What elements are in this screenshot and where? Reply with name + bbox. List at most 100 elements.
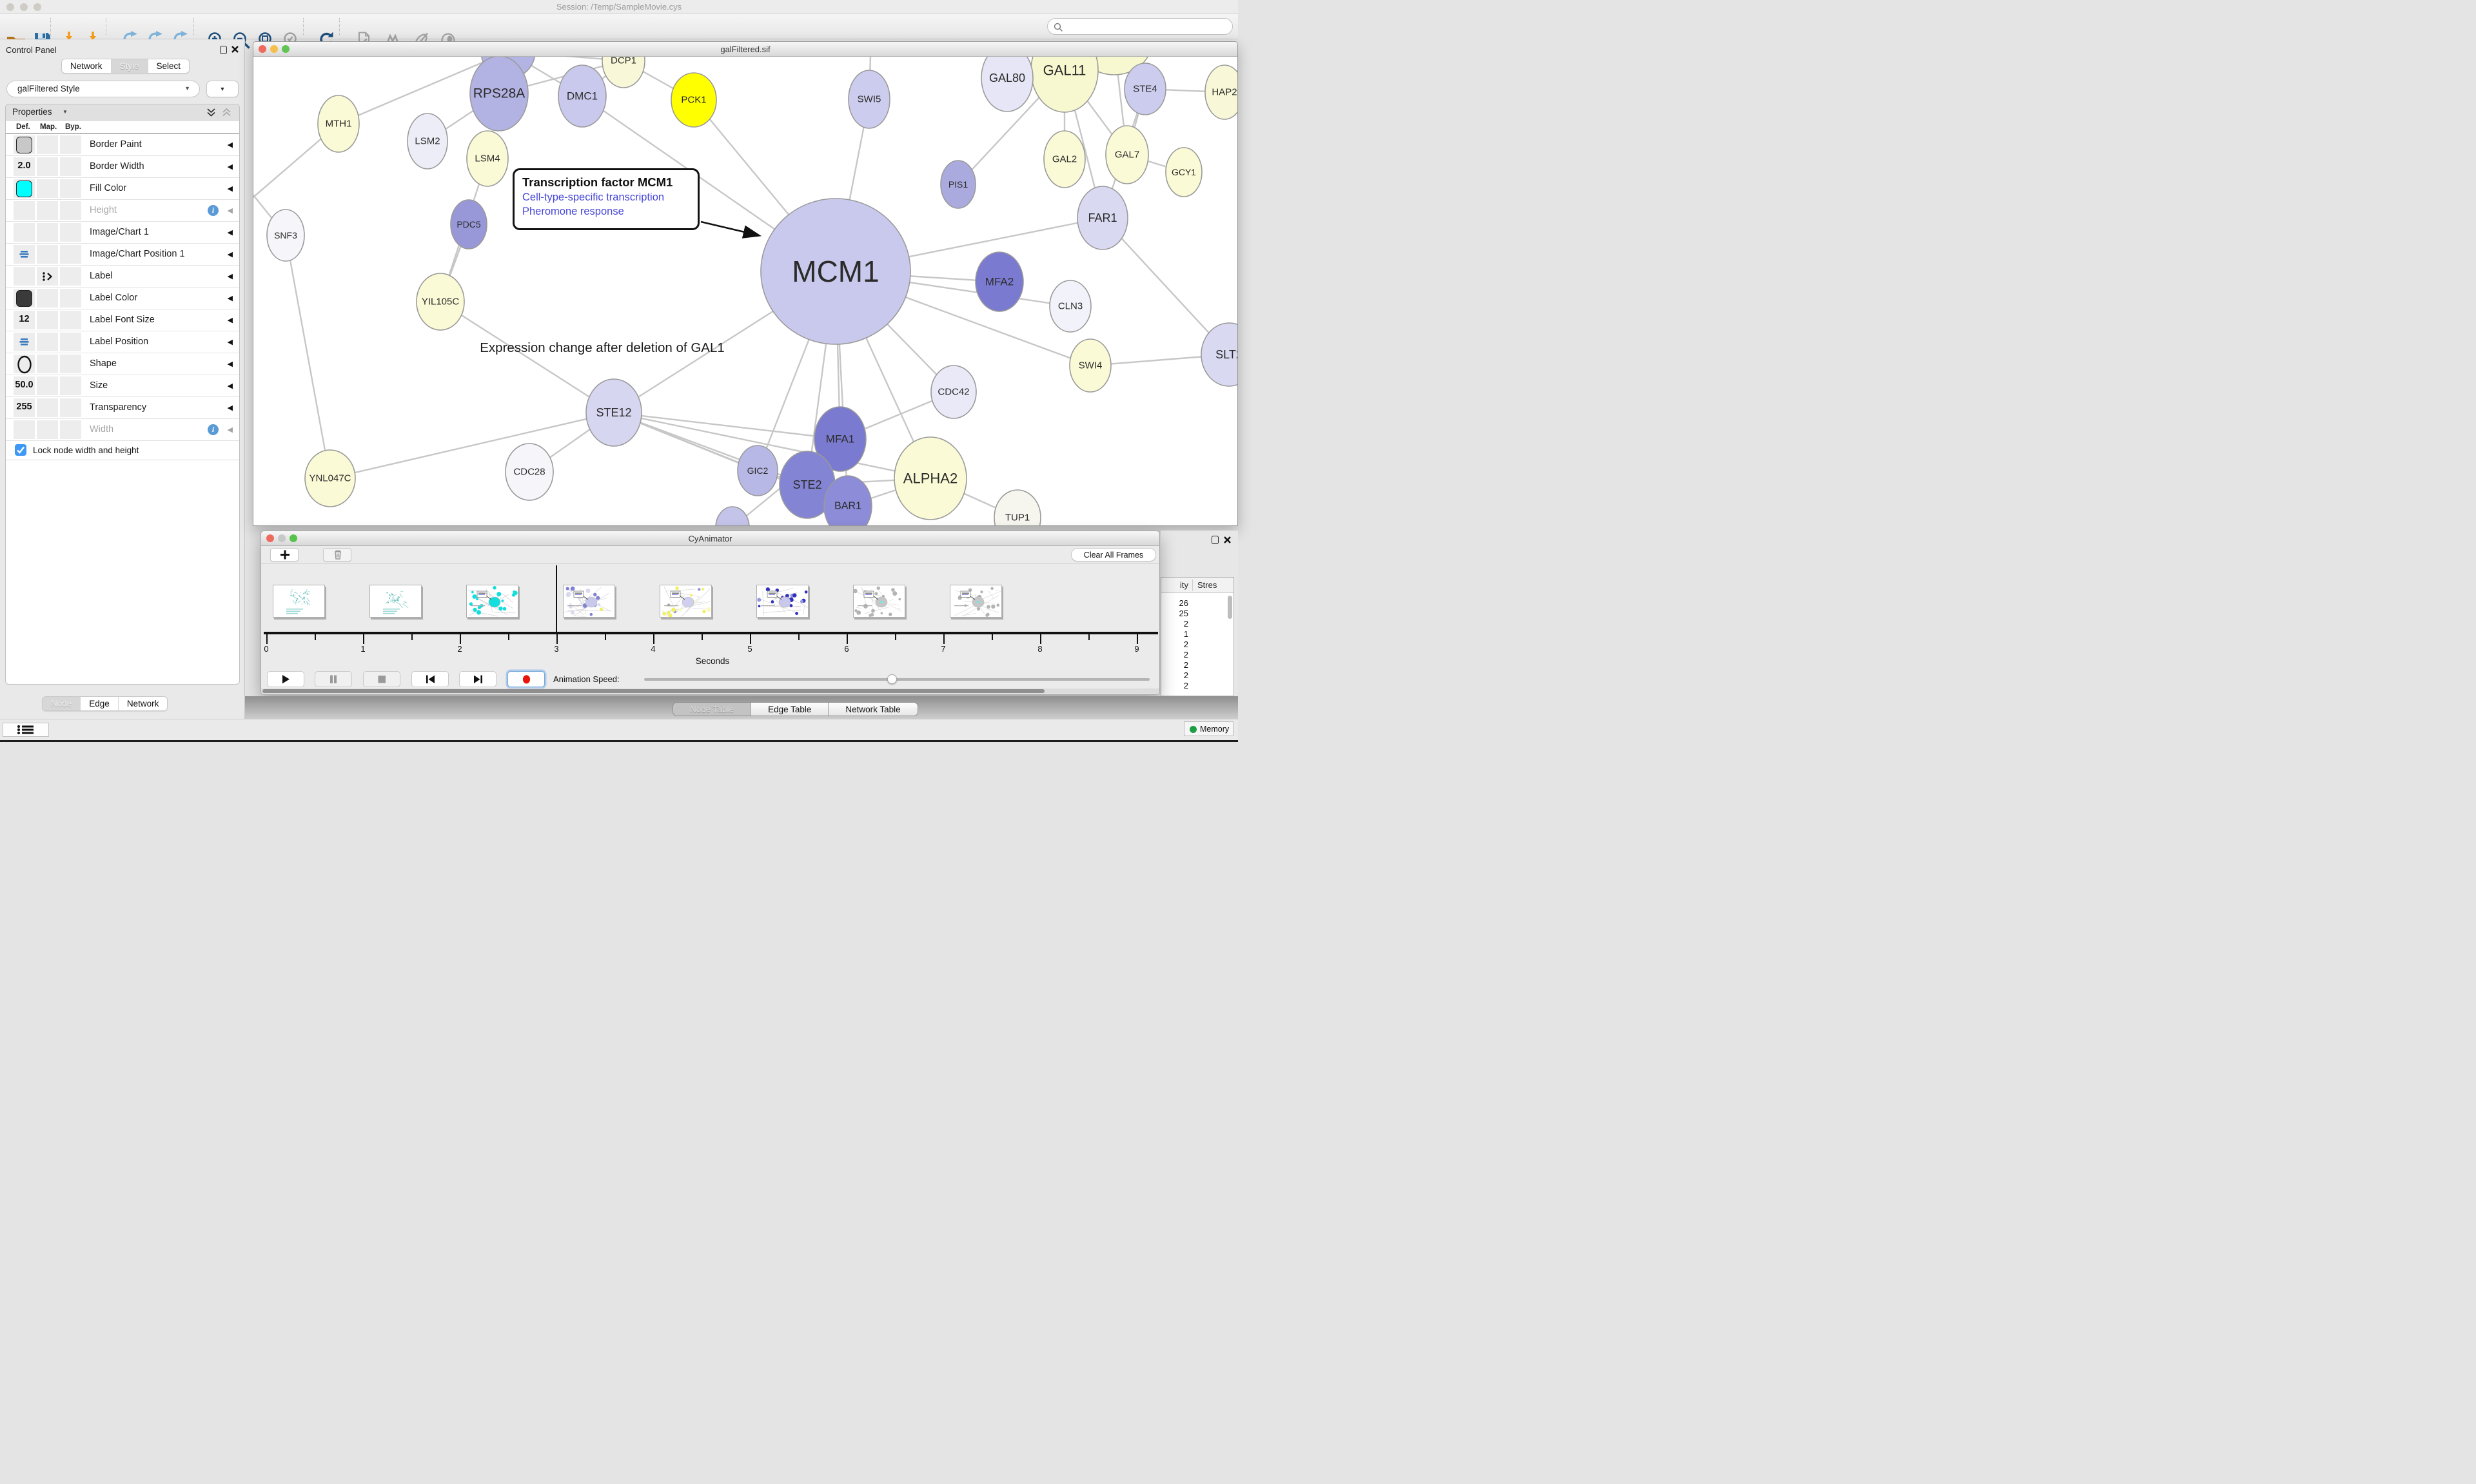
mapping-cell[interactable]: [37, 311, 58, 329]
disclosure-icon[interactable]: ◀: [228, 250, 233, 259]
tab-node[interactable]: Node: [43, 697, 81, 710]
bypass-cell[interactable]: [60, 333, 81, 351]
table-cell[interactable]: 2: [1163, 619, 1188, 629]
mapping-cell[interactable]: [37, 333, 58, 351]
property-row-label-position[interactable]: Label Position◀: [6, 331, 239, 353]
disclosure-icon[interactable]: ◀: [228, 294, 233, 302]
network-node-yil105c[interactable]: YIL105C: [417, 273, 464, 330]
bypass-cell[interactable]: [60, 157, 81, 176]
table-scrollbar[interactable]: [1228, 596, 1232, 619]
network-node-lsm4[interactable]: LSM4: [467, 131, 508, 186]
bypass-cell[interactable]: [60, 267, 81, 286]
property-row-width[interactable]: Widthi◀: [6, 419, 239, 441]
property-row-image-chart-position-1[interactable]: Image/Chart Position 1◀: [6, 244, 239, 266]
property-row-label[interactable]: Label◀: [6, 266, 239, 288]
property-row-height[interactable]: Heighti◀: [6, 200, 239, 222]
disclosure-icon[interactable]: ◀: [228, 338, 233, 346]
disclosure-icon[interactable]: ◀: [228, 404, 233, 412]
property-row-border-paint[interactable]: Border Paint◀: [6, 134, 239, 156]
scrollbar-thumb[interactable]: [262, 689, 1045, 693]
network-node-mfa2[interactable]: MFA2: [976, 252, 1023, 311]
frame-thumbnail-6[interactable]: [853, 585, 905, 618]
network-node-ste12[interactable]: STE12: [586, 379, 642, 446]
record-button[interactable]: [507, 671, 545, 687]
clear-all-frames-button[interactable]: Clear All Frames: [1071, 548, 1156, 561]
mcm1-annotation[interactable]: Transcription factor MCM1 Cell-type-spec…: [513, 168, 700, 230]
mapping-cell[interactable]: [37, 289, 58, 308]
default-cell[interactable]: [14, 420, 35, 439]
network-node-gal7[interactable]: GAL7: [1106, 126, 1148, 184]
cyanimator-titlebar[interactable]: CyAnimator: [261, 531, 1159, 546]
mapping-cell[interactable]: [37, 135, 58, 154]
bypass-cell[interactable]: [60, 420, 81, 439]
network-node-alpha2[interactable]: ALPHA2: [894, 437, 967, 520]
network-node-cln3[interactable]: CLN3: [1050, 280, 1091, 332]
network-node-gic2[interactable]: GIC2: [738, 445, 778, 496]
float-panel-icon[interactable]: [220, 46, 227, 54]
properties-header[interactable]: Properties ▼: [6, 104, 239, 121]
network-node-swi5[interactable]: SWI5: [849, 70, 890, 128]
tab-network[interactable]: Network: [62, 59, 112, 73]
network-node-cdc42[interactable]: CDC42: [931, 366, 976, 418]
mapping-cell[interactable]: [37, 179, 58, 198]
network-node-mth1[interactable]: MTH1: [318, 95, 359, 152]
network-node-lsm2[interactable]: LSM2: [408, 113, 447, 169]
disclosure-icon[interactable]: ◀: [228, 228, 233, 237]
disclosure-icon[interactable]: ◀: [228, 206, 233, 215]
add-frame-button[interactable]: [270, 548, 299, 561]
frame-thumbnail-7[interactable]: [950, 585, 1002, 618]
table-cell[interactable]: 2: [1163, 650, 1188, 659]
network-node-gal2[interactable]: GAL2: [1044, 131, 1085, 188]
timeline-hscrollbar[interactable]: [261, 688, 1159, 694]
property-row-transparency[interactable]: 255Transparency◀: [6, 397, 239, 419]
default-cell[interactable]: [14, 223, 35, 242]
info-icon[interactable]: i: [208, 424, 219, 435]
network-node-ste4[interactable]: STE4: [1125, 63, 1166, 115]
bypass-cell[interactable]: [60, 135, 81, 154]
property-row-label-color[interactable]: Label Color◀: [6, 288, 239, 309]
network-node-pdc5[interactable]: PDC5: [451, 200, 487, 249]
property-row-size[interactable]: 50.0Size◀: [6, 375, 239, 397]
table-cell[interactable]: 25: [1163, 609, 1188, 618]
table-cell[interactable]: 2: [1163, 639, 1188, 649]
bypass-cell[interactable]: [60, 223, 81, 242]
table-cell[interactable]: 2: [1163, 670, 1188, 680]
tab-select[interactable]: Select: [148, 59, 190, 73]
mapping-cell[interactable]: [37, 157, 58, 176]
bypass-cell[interactable]: [60, 245, 81, 264]
frame-thumbnail-1[interactable]: [369, 585, 422, 618]
bypass-cell[interactable]: [60, 398, 81, 417]
tab-edge-table[interactable]: Edge Table: [751, 703, 829, 716]
float-panel-icon[interactable]: [1212, 536, 1219, 544]
disclosure-icon[interactable]: ◀: [228, 316, 233, 324]
style-selector[interactable]: galFiltered Style ▼: [6, 81, 200, 97]
bypass-cell[interactable]: [60, 179, 81, 198]
table-column-headers[interactable]: ity Stres: [1161, 578, 1233, 593]
network-node-cdc28[interactable]: CDC28: [506, 444, 553, 500]
frame-thumbnail-5[interactable]: [756, 585, 809, 618]
property-row-shape[interactable]: Shape◀: [6, 353, 239, 375]
network-node-mcm1[interactable]: MCM1: [761, 199, 910, 344]
mapping-cell[interactable]: [37, 201, 58, 220]
expand-all-icon[interactable]: [206, 108, 216, 117]
tab-network-table[interactable]: Network Table: [829, 703, 917, 716]
network-node-pis1[interactable]: PIS1: [941, 161, 976, 208]
mapping-cell[interactable]: [37, 245, 58, 264]
mapping-cell[interactable]: [37, 223, 58, 242]
disclosure-icon[interactable]: ◀: [228, 425, 233, 434]
frame-thumbnail-2[interactable]: [466, 585, 518, 618]
disclosure-icon[interactable]: ◀: [228, 382, 233, 390]
frame-thumbnail-3[interactable]: [563, 585, 615, 618]
default-cell[interactable]: [14, 201, 35, 220]
disclosure-icon[interactable]: ◀: [228, 360, 233, 368]
mapping-cell[interactable]: [37, 376, 58, 395]
frame-thumbnail-4[interactable]: [660, 585, 712, 618]
disclosure-icon[interactable]: ◀: [228, 272, 233, 280]
bypass-cell[interactable]: [60, 311, 81, 329]
disclosure-icon[interactable]: ◀: [228, 141, 233, 149]
skip-end-button[interactable]: [459, 671, 496, 687]
table-cell[interactable]: 1: [1163, 629, 1188, 639]
tab-edge[interactable]: Edge: [81, 697, 119, 710]
tab-node-table[interactable]: Node Table: [673, 703, 751, 716]
mapping-cell[interactable]: [37, 355, 58, 373]
